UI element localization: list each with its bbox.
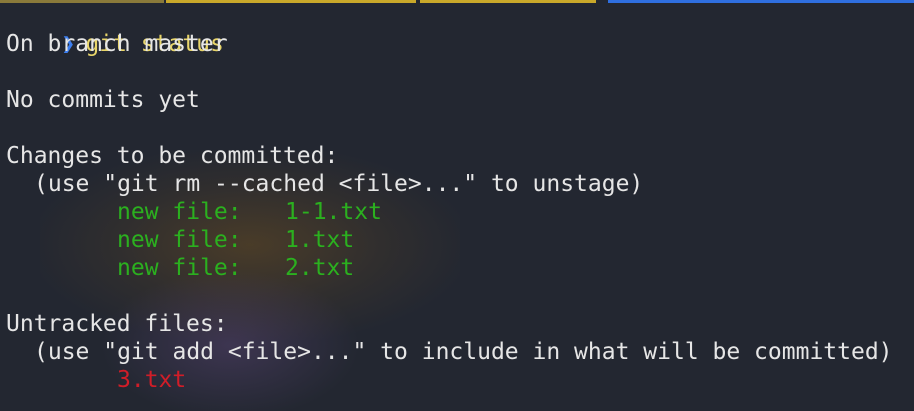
staged-header: Changes to be committed:: [6, 143, 339, 169]
untracked-header: Untracked files:: [6, 311, 228, 337]
file-status: new file:: [117, 255, 242, 281]
staged-hint: (use "git rm --cached <file>..." to unst…: [34, 171, 644, 197]
file-name: 1.txt: [285, 227, 355, 253]
branch-line: On branch master: [6, 31, 228, 57]
terminal-output[interactable]: ❯ git status On branch master No commits …: [6, 2, 914, 394]
untracked-file-row: 3.txt: [117, 367, 187, 393]
file-name: 2.txt: [285, 255, 355, 281]
staged-file-row: new file: 1-1.txt: [6, 198, 914, 226]
staged-file-row: new file: 1.txt: [6, 226, 914, 254]
prompt-line: ❯ git status: [6, 2, 914, 57]
file-name: 1-1.txt: [285, 199, 382, 225]
no-commits-line: No commits yet: [6, 87, 200, 113]
untracked-hint: (use "git add <file>..." to include in w…: [34, 339, 893, 365]
file-status: new file:: [117, 227, 242, 253]
staged-file-row: new file: 2.txt: [6, 254, 914, 282]
file-status: new file:: [117, 199, 242, 225]
